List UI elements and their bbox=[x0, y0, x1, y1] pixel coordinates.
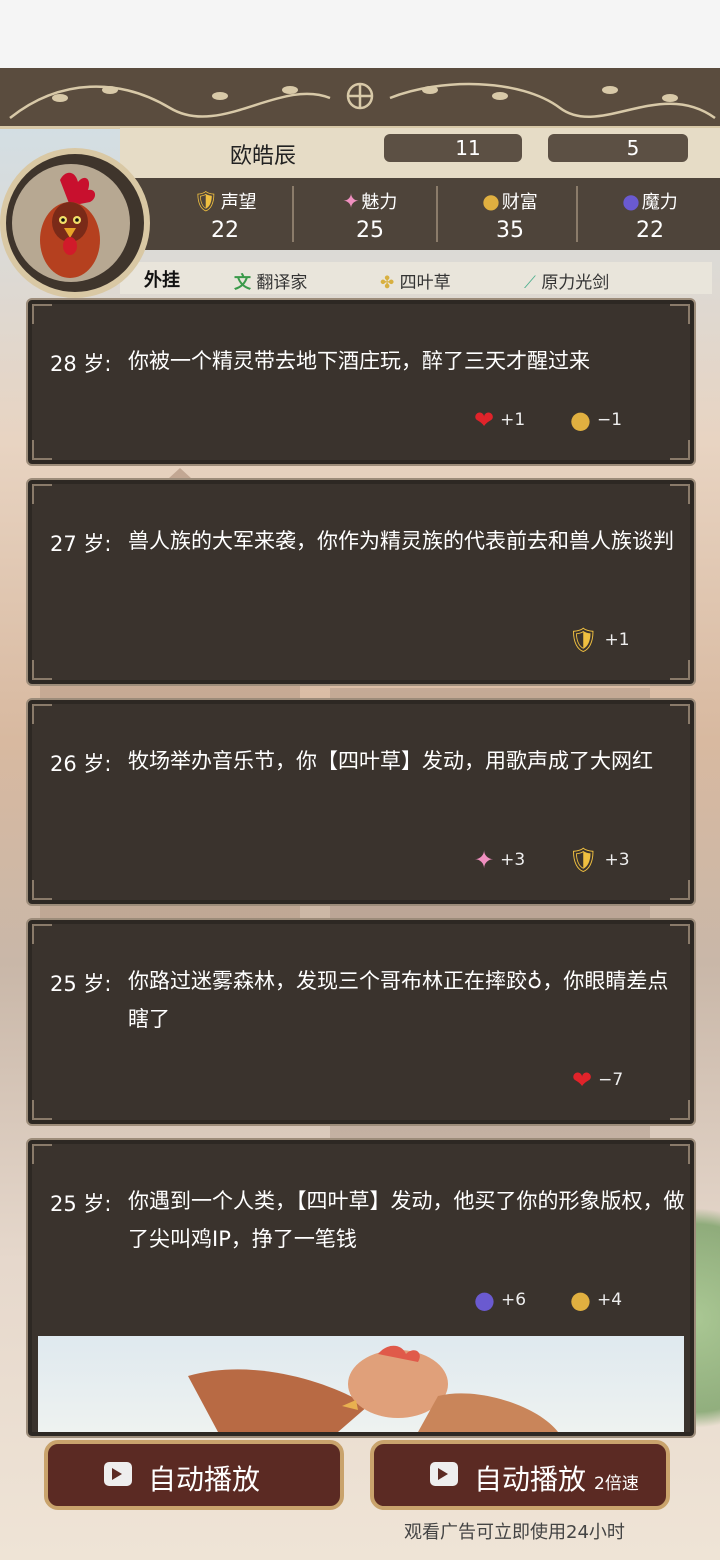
header-ornament bbox=[0, 68, 720, 129]
stat-value: 22 bbox=[211, 218, 239, 243]
event-age: 28 岁: bbox=[50, 352, 112, 376]
stat-wealth: ● 财富 35 bbox=[445, 178, 575, 250]
stat-reputation: 🛡 声望 22 bbox=[160, 178, 290, 250]
button-label: 自动播放 bbox=[148, 1463, 261, 1496]
heart-icon: ❤ bbox=[572, 1066, 593, 1094]
stat-charm: ✦ 魅力 25 bbox=[305, 178, 435, 250]
buff-bar: 外挂 文 翻译家 ✤ 四叶草 ⟋ 原力光剑 bbox=[120, 262, 712, 294]
button-label-text: 自动播放 bbox=[474, 1463, 587, 1496]
shield-star-icon: 🛡 bbox=[193, 189, 219, 213]
event-age: 25 岁: bbox=[50, 972, 112, 996]
buff-lightsaber[interactable]: ⟋ 原力光剑 bbox=[524, 268, 609, 293]
lightsaber-icon: ⟋ bbox=[524, 273, 536, 293]
buff-clover[interactable]: ✤ 四叶草 bbox=[380, 268, 451, 293]
coins-icon: ● bbox=[570, 406, 591, 434]
effect-value: +3 bbox=[604, 850, 630, 870]
sparkle-icon: ✦ bbox=[474, 846, 495, 874]
event-illustration bbox=[38, 1336, 684, 1432]
stats-bar: 🛡 声望 22 ✦ 魅力 25 ● 财富 35 ● 魔力 22 bbox=[120, 178, 720, 250]
translate-icon: 文 bbox=[234, 273, 251, 293]
event-age: 27 岁: bbox=[50, 532, 112, 556]
buff-label: 原力光剑 bbox=[541, 273, 610, 293]
event-card: 28 岁: 你被一个精灵带去地下酒庄玩，醉了三天才醒过来 ❤ +1 ● −1 bbox=[26, 298, 696, 466]
coins-icon: ● bbox=[482, 189, 500, 213]
ad-note: 观看广告可立即使用24小时 bbox=[404, 1522, 625, 1543]
event-effect: 🛡 +3 bbox=[568, 846, 630, 874]
event-age: 26 岁: bbox=[50, 752, 112, 776]
shield-star-icon: 🛡 bbox=[568, 626, 599, 654]
effect-value: −7 bbox=[598, 1070, 624, 1090]
speed-label: 2倍速 bbox=[594, 1474, 639, 1494]
video-icon bbox=[430, 1462, 458, 1486]
event-effect: ❤ −7 bbox=[572, 1066, 623, 1094]
event-text: 你遇到一个人类，【四叶草】发动，他买了你的形象版权，做了尖叫鸡IP，挣了一笔钱 bbox=[128, 1189, 685, 1251]
stat-value: 25 bbox=[356, 218, 384, 243]
stat-label: 魔力 bbox=[641, 192, 678, 213]
event-effect: ● +4 bbox=[570, 1286, 622, 1314]
effect-value: +1 bbox=[604, 630, 630, 650]
auto-play-button[interactable]: 自动播放 bbox=[44, 1440, 344, 1510]
event-card: 27 岁: 兽人族的大军来袭，你作为精灵族的代表前去和兽人族谈判 🛡 +1 bbox=[26, 478, 696, 686]
event-effect: ❤ +1 bbox=[474, 406, 525, 434]
event-effect: ● +6 bbox=[474, 1286, 526, 1314]
effect-value: −1 bbox=[596, 410, 623, 430]
shield-star-icon: 🛡 bbox=[568, 846, 599, 874]
avatar[interactable] bbox=[12, 164, 130, 282]
combat-pill: 11 bbox=[384, 134, 522, 162]
event-effect: ✦ +3 bbox=[474, 846, 525, 874]
player-name: 欧皓辰 bbox=[230, 144, 297, 169]
event-effect: 🛡 +1 bbox=[568, 626, 630, 654]
event-text: 你被一个精灵带去地下酒庄玩，醉了三天才醒过来 bbox=[128, 349, 590, 373]
hp-value: 5 bbox=[626, 136, 640, 160]
chicken-illustration bbox=[188, 1345, 558, 1432]
rooster-icon bbox=[40, 172, 100, 278]
event-age: 25 岁: bbox=[50, 1192, 112, 1216]
button-label: 自动播放 2倍速 bbox=[474, 1458, 639, 1498]
auto-play-fast-button[interactable]: 自动播放 2倍速 bbox=[370, 1440, 670, 1510]
effect-value: +1 bbox=[500, 410, 526, 430]
heart-icon: ❤ bbox=[474, 406, 495, 434]
buff-label: 翻译家 bbox=[256, 273, 308, 293]
stat-magic: ● 魔力 22 bbox=[585, 178, 715, 250]
coins-icon: ● bbox=[570, 1286, 591, 1314]
crystal-ball-icon: ● bbox=[622, 189, 640, 213]
crystal-ball-icon: ● bbox=[474, 1286, 495, 1314]
event-text: 你路过迷雾森林，发现三个哥布林正在摔跤♁，你眼睛差点瞎了 bbox=[128, 969, 669, 1031]
effect-value: +6 bbox=[500, 1290, 527, 1310]
event-text: 牧场举办音乐节，你【四叶草】发动，用歌声成了大网红 bbox=[128, 749, 653, 773]
event-effect: ● −1 bbox=[570, 406, 622, 434]
stat-value: 35 bbox=[496, 218, 524, 243]
clover-icon: ✤ bbox=[380, 273, 395, 293]
event-text: 兽人族的大军来袭，你作为精灵族的代表前去和兽人族谈判 bbox=[128, 529, 674, 553]
buff-translator[interactable]: 文 翻译家 bbox=[234, 268, 307, 293]
sparkle-icon: ✦ bbox=[342, 189, 360, 213]
video-icon bbox=[104, 1462, 132, 1486]
event-card: 26 岁: 牧场举办音乐节，你【四叶草】发动，用歌声成了大网红 ✦ +3 🛡 +3 bbox=[26, 698, 696, 906]
combat-value: 11 bbox=[455, 136, 481, 160]
stat-label: 财富 bbox=[501, 192, 538, 213]
effect-value: +4 bbox=[596, 1290, 623, 1310]
buff-label: 四叶草 bbox=[399, 273, 451, 293]
buff-title: 外挂 bbox=[144, 270, 180, 291]
effect-value: +3 bbox=[500, 850, 526, 870]
event-card: 25 岁: 你路过迷雾森林，发现三个哥布林正在摔跤♁，你眼睛差点瞎了 ❤ −7 bbox=[26, 918, 696, 1126]
hp-pill: 5 bbox=[548, 134, 688, 162]
stat-value: 22 bbox=[636, 218, 664, 243]
status-bar-area bbox=[0, 0, 720, 68]
stat-label: 魅力 bbox=[361, 192, 398, 213]
stat-label: 声望 bbox=[220, 192, 257, 213]
